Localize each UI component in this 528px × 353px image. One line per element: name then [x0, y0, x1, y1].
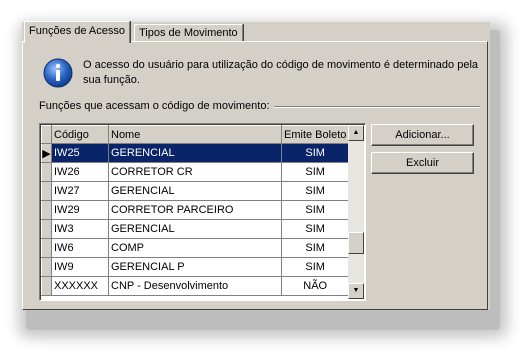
column-header-codigo[interactable]: Código: [51, 125, 109, 144]
row-indicator: [41, 200, 52, 220]
cell-emite-boleto[interactable]: SIM: [281, 162, 350, 182]
add-button[interactable]: Adicionar...: [371, 124, 474, 146]
delete-button[interactable]: Excluir: [371, 152, 474, 174]
column-header-nome[interactable]: Nome: [108, 125, 282, 144]
table-row[interactable]: IW29 CORRETOR PARCEIRO SIM: [41, 200, 350, 220]
table-row[interactable]: IW26 CORRETOR CR SIM: [41, 162, 350, 182]
grid-table: Código Nome Emite Boleto ▶ IW25 GERENCIA…: [41, 125, 350, 296]
cell-codigo[interactable]: IW6: [51, 238, 109, 258]
cell-emite-boleto[interactable]: SIM: [281, 238, 350, 258]
cell-codigo[interactable]: IW25: [51, 143, 109, 163]
cell-nome[interactable]: GERENCIAL: [108, 181, 282, 201]
group-label: Funções que acessam o código de moviment…: [39, 100, 274, 112]
cell-codigo[interactable]: IW27: [51, 181, 109, 201]
cell-codigo[interactable]: IW29: [51, 200, 109, 220]
row-indicator: [41, 219, 52, 239]
cell-emite-boleto[interactable]: NÃO: [281, 276, 350, 296]
cell-emite-boleto[interactable]: SIM: [281, 143, 350, 163]
tab-funcoes-de-acesso[interactable]: Funções de Acesso: [24, 21, 131, 43]
cell-nome[interactable]: GERENCIAL: [108, 143, 282, 163]
vertical-scrollbar[interactable]: ▲ ▼: [348, 125, 364, 299]
row-indicator: [41, 257, 52, 277]
scroll-thumb[interactable]: [348, 232, 364, 254]
tab-tipos-de-movimento[interactable]: Tipos de Movimento: [134, 24, 243, 42]
table-row[interactable]: XXXXXX CNP - Desenvolvimento NÃO: [41, 276, 350, 296]
scroll-up-icon[interactable]: ▲: [348, 125, 364, 141]
cell-codigo[interactable]: IW3: [51, 219, 109, 239]
table-row[interactable]: IW3 GERENCIAL SIM: [41, 219, 350, 239]
info-message: O acesso do usuário para utilização do c…: [83, 59, 479, 86]
cell-nome[interactable]: GERENCIAL: [108, 219, 282, 239]
cell-codigo[interactable]: XXXXXX: [51, 276, 109, 296]
cell-emite-boleto[interactable]: SIM: [281, 219, 350, 239]
row-indicator: [41, 276, 52, 296]
cell-nome[interactable]: CNP - Desenvolvimento: [108, 276, 282, 296]
row-indicator: [41, 181, 52, 201]
table-row[interactable]: IW6 COMP SIM: [41, 238, 350, 258]
cell-emite-boleto[interactable]: SIM: [281, 200, 350, 220]
table-row[interactable]: IW27 GERENCIAL SIM: [41, 181, 350, 201]
cell-nome[interactable]: CORRETOR CR: [108, 162, 282, 182]
cell-nome[interactable]: CORRETOR PARCEIRO: [108, 200, 282, 220]
cell-emite-boleto[interactable]: SIM: [281, 257, 350, 277]
dialog-panel: Funções de Acesso Tipos de Movimento O a…: [22, 21, 490, 310]
scroll-down-icon[interactable]: ▼: [348, 283, 364, 299]
table-row[interactable]: IW9 GERENCIAL P SIM: [41, 257, 350, 277]
row-indicator: [41, 162, 52, 182]
table-row[interactable]: ▶ IW25 GERENCIAL SIM: [41, 143, 350, 163]
cell-nome[interactable]: COMP: [108, 238, 282, 258]
cell-codigo[interactable]: IW9: [51, 257, 109, 277]
row-indicator: [41, 238, 52, 258]
column-header-emite-boleto[interactable]: Emite Boleto: [280, 125, 350, 144]
cell-nome[interactable]: GERENCIAL P: [108, 257, 282, 277]
grid-indicator-header: [41, 125, 52, 144]
cell-emite-boleto[interactable]: SIM: [281, 181, 350, 201]
info-icon: [43, 58, 73, 88]
row-pointer-icon: ▶: [41, 143, 52, 163]
functions-grid[interactable]: Código Nome Emite Boleto ▶ IW25 GERENCIA…: [39, 123, 366, 301]
cell-codigo[interactable]: IW26: [51, 162, 109, 182]
